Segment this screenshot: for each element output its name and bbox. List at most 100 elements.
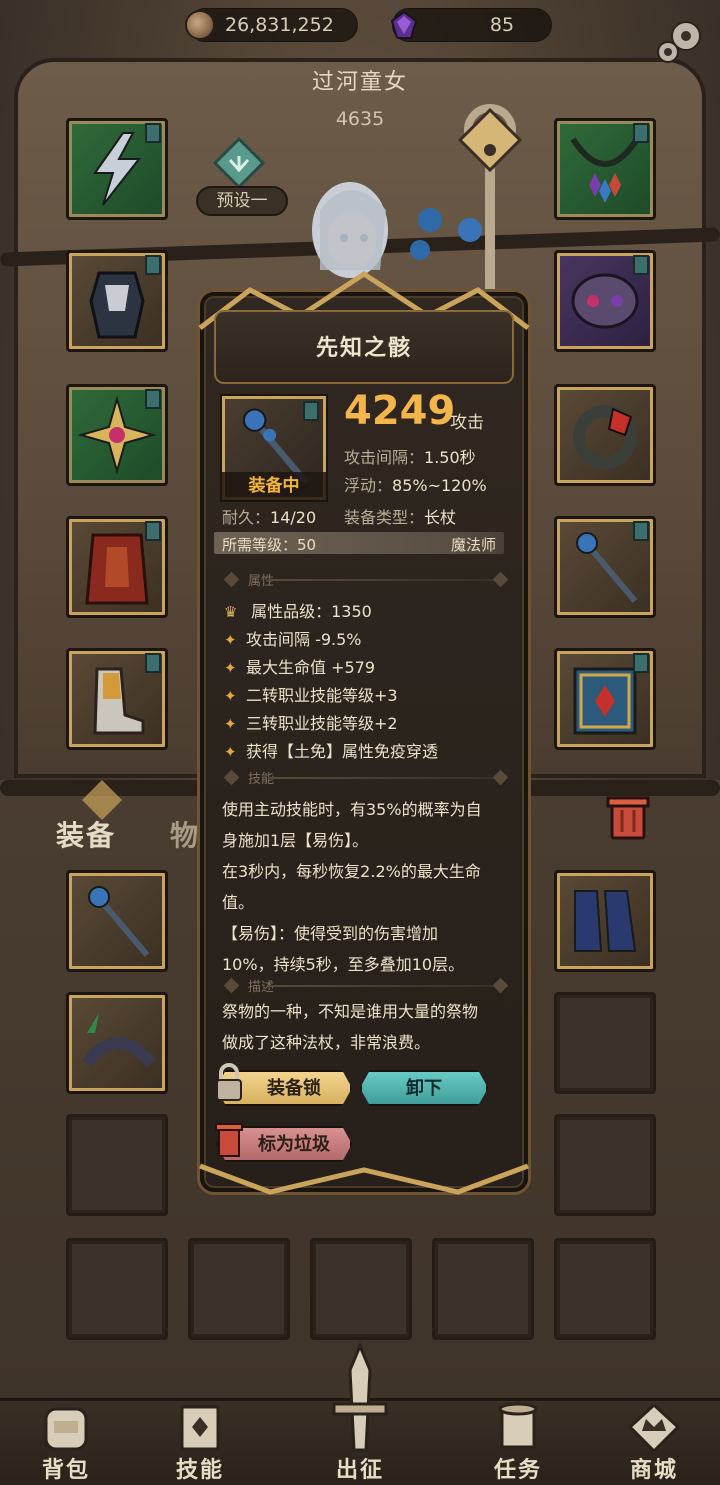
- preset-button[interactable]: 预设一: [196, 186, 288, 216]
- ring-icon: [573, 405, 637, 469]
- attack-suffix: 攻击: [450, 413, 484, 433]
- diamond-icon: [223, 571, 240, 588]
- padlock-icon: [216, 1063, 242, 1101]
- attribute-text: 攻击间隔 -9.5%: [246, 630, 362, 649]
- section-description: 描述: [220, 976, 510, 996]
- shop-crown-icon: [627, 1402, 681, 1454]
- bone-whip-icon: [82, 1013, 156, 1068]
- divider: [268, 579, 496, 581]
- inventory-slot-empty[interactable]: [432, 1238, 534, 1340]
- inventory-slot-empty[interactable]: [188, 1238, 290, 1340]
- skill-line: 【易伤】：使得受到的伤害增加: [222, 924, 439, 943]
- attribute-text: 二转职业技能等级+3: [246, 686, 398, 705]
- attribute-text: 三转职业技能等级+2: [246, 714, 398, 733]
- preset-emblem-icon[interactable]: [210, 134, 268, 192]
- lock-flag-icon: [633, 653, 649, 673]
- inventory-slot-empty[interactable]: [554, 992, 656, 1094]
- nav-backpack[interactable]: 背包: [6, 1401, 126, 1485]
- skill-book-icon: [180, 1405, 220, 1451]
- skill-description: 使用主动技能时，有35%的概率为自 身施加1层【易伤】。 在3秒内，每秒恢复2.…: [222, 794, 512, 980]
- lock-flag-icon: [303, 401, 319, 421]
- skill-line: 使用主动技能时，有35%的概率为自: [222, 800, 482, 819]
- stat-value: 14/20: [270, 508, 317, 527]
- equip-slot-necklace[interactable]: [554, 118, 656, 220]
- diamond-icon: [223, 769, 240, 786]
- item-flavor-text: 祭物的一种，不知是谁用大量的祭物 做成了这种法杖，非常浪费。: [222, 996, 512, 1058]
- trash-can-icon: [215, 1123, 243, 1157]
- requirement-bar: 所需等级：50 魔法师: [214, 532, 504, 554]
- attribute-line: ✦ 二转职业技能等级+3: [224, 682, 398, 708]
- nav-label-quests: 任务: [493, 1458, 542, 1483]
- inventory-slot[interactable]: [554, 870, 656, 972]
- equip-slot-helmet[interactable]: [554, 250, 656, 352]
- diamond-icon: [492, 769, 509, 786]
- item-detail-popup: 先知之骸 装备中 4249 攻击 攻击间隔：1.50秒 浮动：85%~120% …: [198, 271, 530, 1195]
- diamond-icon: [223, 977, 240, 994]
- equip-slot-offhand-staff[interactable]: [554, 516, 656, 618]
- required-level: 所需等级：50: [222, 536, 317, 554]
- stat-value: 1.50秒: [424, 448, 476, 467]
- nav-shop[interactable]: 商城: [594, 1401, 714, 1485]
- sparkle-icon: ✦: [224, 659, 237, 677]
- sparkle-icon: ✦: [224, 743, 237, 761]
- lock-flag-icon: [145, 255, 161, 275]
- nav-skills[interactable]: 技能: [140, 1401, 260, 1485]
- gold-amount: 26,831,252: [225, 14, 334, 36]
- equipped-status: 装备中: [222, 472, 326, 500]
- equip-slot-armor[interactable]: [66, 250, 168, 352]
- equip-slot-amulet[interactable]: [66, 384, 168, 486]
- attribute-text: 获得【土免】属性免疫穿透: [246, 742, 439, 761]
- attribute-line: ✦ 获得【土免】属性免疫穿透: [224, 738, 438, 764]
- gem-counter: 85: [390, 8, 552, 42]
- type-stat: 装备类型：长杖: [344, 504, 456, 528]
- trash-bin-icon[interactable]: [600, 794, 656, 840]
- tab-equipment[interactable]: 装备: [56, 814, 116, 854]
- character-name: 过河童女: [311, 70, 408, 95]
- boots-icon: [574, 890, 637, 952]
- diamond-icon: [492, 977, 509, 994]
- popup-bottom-ornament: [199, 1163, 529, 1195]
- sparkle-icon: ✦: [224, 687, 237, 705]
- settings-gear-icon[interactable]: [654, 14, 706, 66]
- attribute-text: 最大生命值 +579: [246, 658, 376, 677]
- equip-slot-weapon-skill[interactable]: [66, 118, 168, 220]
- section-skill: 技能: [220, 768, 510, 788]
- attribute-line: ✦ 最大生命值 +579: [224, 654, 375, 680]
- divider: [268, 985, 496, 987]
- inventory-slot-empty[interactable]: [66, 1238, 168, 1340]
- lock-flag-icon: [633, 123, 649, 143]
- inventory-slot[interactable]: [66, 870, 168, 972]
- lock-flag-icon: [145, 653, 161, 673]
- crown-icon: ♛: [224, 603, 238, 621]
- required-class: 魔法师: [450, 536, 496, 554]
- inventory-slot-empty[interactable]: [310, 1238, 412, 1340]
- equip-slot-boots[interactable]: [66, 648, 168, 750]
- equip-slot-ring[interactable]: [554, 384, 656, 486]
- description-line: 做成了这种法杖，非常浪费。: [222, 1033, 431, 1052]
- lock-flag-icon: [145, 389, 161, 409]
- nav-label-shop: 商城: [629, 1458, 678, 1483]
- unequip-button[interactable]: 卸下: [360, 1070, 488, 1106]
- lock-flag-icon: [633, 521, 649, 541]
- stat-label: 浮动：: [344, 476, 393, 495]
- inventory-slot[interactable]: [66, 992, 168, 1094]
- durability-stat: 耐久：14/20: [222, 504, 316, 528]
- gem-icon: [390, 10, 418, 39]
- gold-counter: 26,831,252: [185, 8, 358, 42]
- attribute-line: ✦ 三转职业技能等级+2: [224, 710, 398, 736]
- float-stat: 浮动：85%~120%: [344, 472, 487, 496]
- sword-icon[interactable]: [296, 1340, 424, 1485]
- skill-line: 值。: [222, 893, 255, 912]
- attribute-grade-text: 属性品级：1350: [251, 602, 372, 621]
- divider: [268, 777, 496, 779]
- stat-label: 攻击间隔：: [344, 448, 425, 467]
- equip-slot-tome[interactable]: [554, 648, 656, 750]
- inventory-slot-empty[interactable]: [554, 1114, 656, 1216]
- backpack-icon: [44, 1407, 88, 1451]
- lock-flag-icon: [145, 123, 161, 143]
- inventory-slot-empty[interactable]: [66, 1114, 168, 1216]
- attack-value: 4249: [344, 388, 456, 434]
- nav-quests[interactable]: 任务: [458, 1401, 578, 1485]
- equip-slot-cloak[interactable]: [66, 516, 168, 618]
- inventory-slot-empty[interactable]: [554, 1238, 656, 1340]
